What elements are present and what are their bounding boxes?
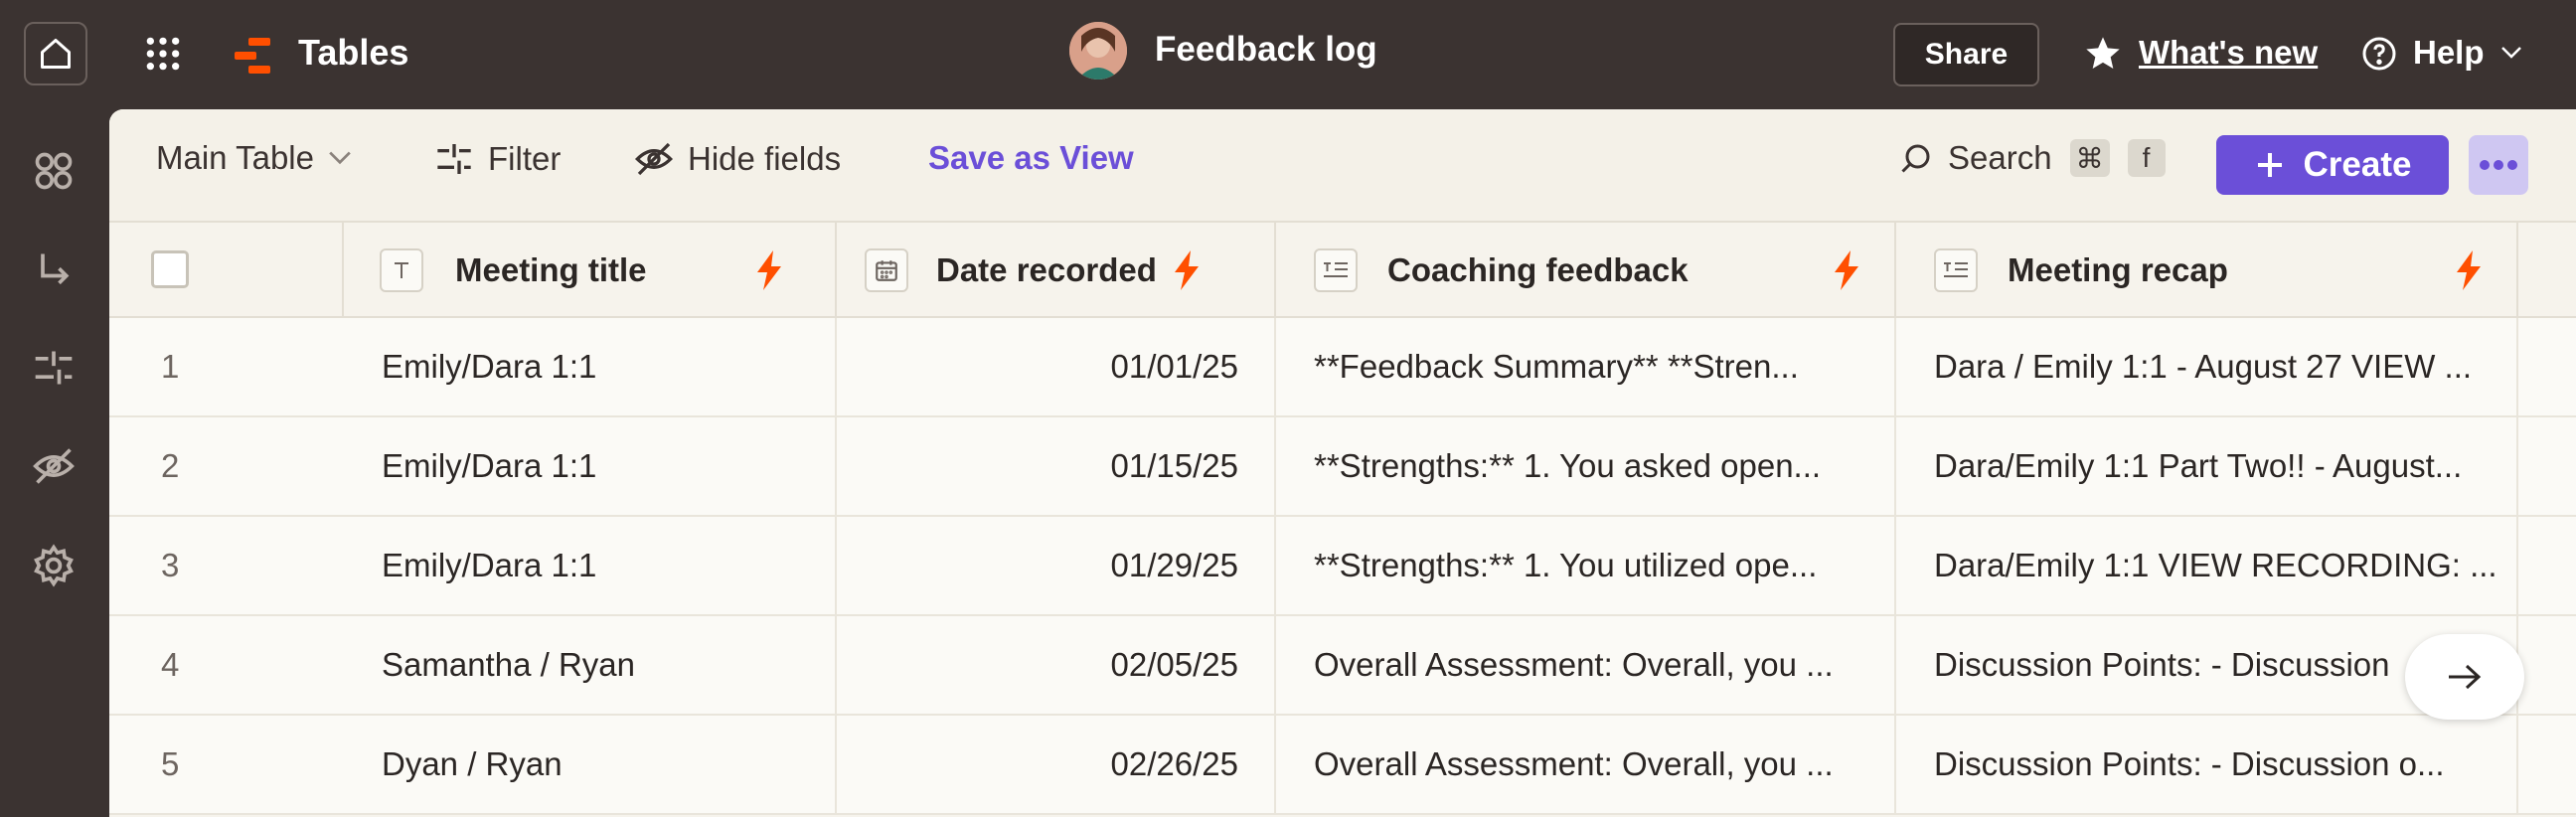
eye-off-icon: [634, 142, 674, 176]
view-selector[interactable]: Main Table: [156, 139, 352, 177]
table-row[interactable]: 5 Dyan / Ryan 02/26/25 Overall Assessmen…: [109, 716, 2576, 815]
column-header-meeting-title[interactable]: Meeting title: [344, 223, 837, 318]
share-button[interactable]: Share: [1893, 23, 2039, 86]
create-label: Create: [2303, 145, 2412, 184]
home-icon: [41, 39, 71, 69]
components-icon[interactable]: [32, 149, 76, 193]
calendar-field-icon: [865, 248, 908, 292]
cell-meeting-title[interactable]: Emily/Dara 1:1: [344, 517, 837, 614]
star-icon: [2086, 37, 2120, 69]
table-row[interactable]: 1 Emily/Dara 1:1 01/01/25 **Feedback Sum…: [109, 318, 2576, 417]
long-text-field-icon: [1934, 248, 1978, 292]
hide-fields-label: Hide fields: [688, 140, 842, 177]
table-row[interactable]: 3 Emily/Dara 1:1 01/29/25 **Strengths:**…: [109, 517, 2576, 616]
table-row[interactable]: 2 Emily/Dara 1:1 01/15/25 **Strengths:**…: [109, 417, 2576, 517]
app-name: Tables: [298, 32, 409, 73]
help-button[interactable]: Help: [2413, 34, 2485, 72]
row-number: 3: [161, 547, 180, 583]
cell-meeting-title[interactable]: Emily/Dara 1:1: [344, 417, 837, 515]
filter-button[interactable]: Filter: [434, 139, 561, 179]
search-label: Search: [1948, 139, 2052, 176]
column-label: Meeting recap: [2008, 251, 2228, 288]
cell-meeting-recap[interactable]: Discussion Points: - Discussion o...: [1896, 716, 2518, 813]
cell-meeting-title[interactable]: Emily/Dara 1:1: [344, 318, 837, 415]
search-button[interactable]: Search ⌘ f: [1898, 139, 2166, 177]
cell-meeting-title[interactable]: Dyan / Ryan: [344, 716, 837, 813]
cell-date-recorded[interactable]: 02/05/25: [837, 616, 1276, 714]
table-row[interactable]: 4 Samantha / Ryan 02/05/25 Overall Asses…: [109, 616, 2576, 716]
hide-fields-button[interactable]: Hide fields: [634, 139, 841, 179]
app-grid-icon[interactable]: [144, 35, 182, 73]
select-all-checkbox[interactable]: [151, 250, 189, 288]
cell-meeting-recap[interactable]: Dara / Emily 1:1 - August 27 VIEW ...: [1896, 318, 2518, 415]
column-header-coaching-feedback[interactable]: Coaching feedback: [1276, 223, 1896, 318]
cell-date-recorded[interactable]: 01/29/25: [837, 517, 1276, 614]
arrow-right-icon: [2449, 664, 2482, 690]
lightning-bolt-icon[interactable]: [2455, 250, 2483, 290]
column-label: Meeting title: [455, 251, 647, 288]
view-selector-label: Main Table: [156, 139, 314, 176]
document-title[interactable]: Feedback log: [1155, 30, 1377, 70]
row-number: 5: [161, 745, 180, 782]
column-header-meeting-recap[interactable]: Meeting recap: [1896, 223, 2518, 318]
row-number: 4: [161, 646, 180, 683]
link-arrow-icon[interactable]: [32, 248, 76, 292]
whats-new-link[interactable]: What's new: [2139, 34, 2318, 72]
filter-sliders-icon[interactable]: [32, 346, 76, 390]
gear-icon[interactable]: [32, 544, 76, 587]
chevron-down-icon: [329, 151, 351, 165]
cell-date-recorded[interactable]: 01/15/25: [837, 417, 1276, 515]
lightning-bolt-icon[interactable]: [755, 250, 783, 290]
more-options-button[interactable]: [2469, 135, 2528, 195]
cell-meeting-title[interactable]: Samantha / Ryan: [344, 616, 837, 714]
home-button[interactable]: [24, 22, 87, 85]
long-text-field-icon: [1314, 248, 1358, 292]
cell-date-recorded[interactable]: 01/01/25: [837, 318, 1276, 415]
row-number: 1: [161, 348, 180, 385]
eye-off-icon[interactable]: [32, 444, 76, 488]
plus-icon: [2257, 153, 2282, 177]
cell-coaching-feedback[interactable]: **Strengths:** 1. You asked open...: [1276, 417, 1896, 515]
text-field-icon: [380, 248, 423, 292]
shortcut-key-f: f: [2127, 139, 2166, 177]
cell-coaching-feedback[interactable]: **Strengths:** 1. You utilized ope...: [1276, 517, 1896, 614]
filter-sliders-icon: [437, 144, 471, 174]
main-panel: Main Table Filter Hide fields Save as Vi…: [109, 109, 2576, 817]
column-header-date-recorded[interactable]: Date recorded: [837, 223, 1276, 318]
table-header-row: Meeting title Date recorded Coaching fee…: [109, 221, 2576, 318]
cell-coaching-feedback[interactable]: **Feedback Summary** **Stren...: [1276, 318, 1896, 415]
shortcut-key-cmd: ⌘: [2069, 139, 2110, 177]
cell-meeting-recap[interactable]: Dara/Emily 1:1 VIEW RECORDING: ...: [1896, 517, 2518, 614]
avatar[interactable]: [1069, 22, 1127, 80]
cell-meeting-recap[interactable]: Dara/Emily 1:1 Part Two!! - August...: [1896, 417, 2518, 515]
row-number: 2: [161, 447, 180, 484]
filter-label: Filter: [488, 140, 562, 177]
cell-coaching-feedback[interactable]: Overall Assessment: Overall, you ...: [1276, 616, 1896, 714]
lightning-bolt-icon[interactable]: [1173, 250, 1201, 290]
cell-date-recorded[interactable]: 02/26/25: [837, 716, 1276, 813]
toolbar: Main Table Filter Hide fields Save as Vi…: [109, 109, 2576, 221]
cell-coaching-feedback[interactable]: Overall Assessment: Overall, you ...: [1276, 716, 1896, 813]
help-icon: [2362, 37, 2396, 71]
column-label: Date recorded: [936, 251, 1157, 288]
scroll-right-button[interactable]: [2405, 634, 2524, 720]
tables-logo-icon: [235, 38, 270, 74]
select-all-cell: [109, 223, 344, 318]
top-bar: Tables Feedback log Share What's new Hel…: [0, 0, 2576, 109]
chevron-down-icon[interactable]: [2500, 46, 2522, 60]
create-button[interactable]: Create: [2216, 135, 2449, 195]
more-horizontal-icon: [2480, 160, 2517, 170]
lightning-bolt-icon[interactable]: [1833, 250, 1860, 290]
search-icon: [1901, 144, 1930, 173]
save-as-view-button[interactable]: Save as View: [928, 139, 1134, 177]
column-label: Coaching feedback: [1387, 251, 1689, 288]
